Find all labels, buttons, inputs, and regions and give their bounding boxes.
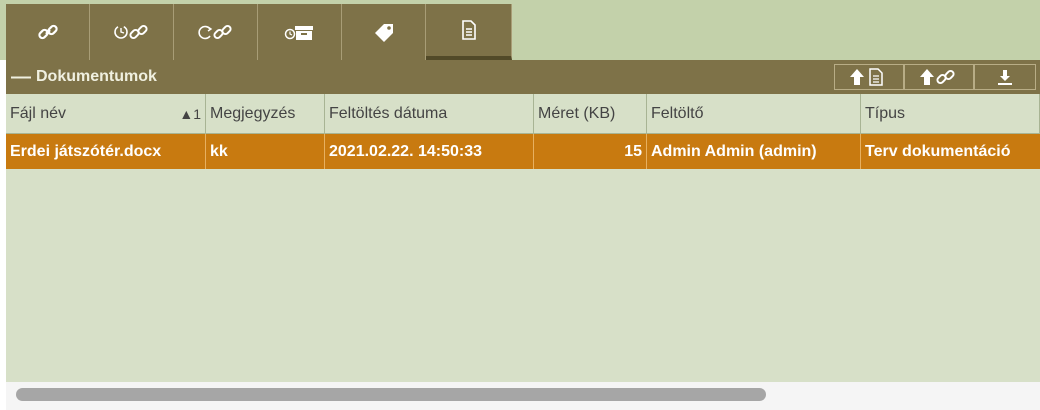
column-header-size[interactable]: Méret (KB) (534, 94, 647, 134)
scrollbar-thumb[interactable] (16, 388, 766, 401)
archive-icon (284, 26, 313, 40)
tab-tags[interactable] (342, 4, 426, 60)
cell-upload-date: 2021.02.22. 14:50:33 (325, 134, 534, 169)
documents-panel-header: — Dokumentumok (6, 60, 1040, 94)
panel-title: Dokumentumok (36, 68, 157, 85)
upload-document-icon (850, 68, 883, 86)
upload-link-icon (920, 69, 955, 85)
cell-filename: Erdei játszótér.docx (6, 134, 206, 169)
column-header-type[interactable]: Típus (861, 94, 1040, 134)
tag-icon (374, 24, 393, 42)
download-button[interactable] (974, 64, 1036, 90)
download-icon (998, 70, 1012, 85)
horizontal-scrollbar[interactable] (6, 382, 1040, 410)
tab-link-refresh[interactable] (174, 4, 258, 60)
column-header-note[interactable]: Megjegyzés (206, 94, 325, 134)
column-header-uploader[interactable]: Feltöltő (647, 94, 861, 134)
cell-type: Terv dokumentáció (861, 134, 1040, 169)
link-icon (37, 24, 58, 40)
cell-size: 15 (534, 134, 647, 169)
upload-document-button[interactable] (834, 64, 904, 90)
refresh-link-icon (197, 24, 232, 40)
cell-note: kk (206, 134, 325, 169)
tab-archive[interactable] (258, 4, 342, 60)
upload-link-button[interactable] (904, 64, 974, 90)
tab-bar (0, 0, 1040, 60)
column-header-filename[interactable]: Fájl név ▲1 (6, 94, 206, 134)
document-icon (461, 20, 476, 40)
tab-links[interactable] (6, 4, 90, 60)
cell-uploader: Admin Admin (admin) (647, 134, 861, 169)
documents-table: Fájl név ▲1 Megjegyzés Feltöltés dátuma … (6, 94, 1040, 382)
collapse-button[interactable]: — (6, 60, 36, 94)
history-link-icon (113, 24, 148, 40)
tab-documents[interactable] (426, 4, 512, 60)
sort-ascending-indicator: ▲1 (179, 106, 201, 122)
tab-link-history[interactable] (90, 4, 174, 60)
column-header-upload-date[interactable]: Feltöltés dátuma (325, 94, 534, 134)
